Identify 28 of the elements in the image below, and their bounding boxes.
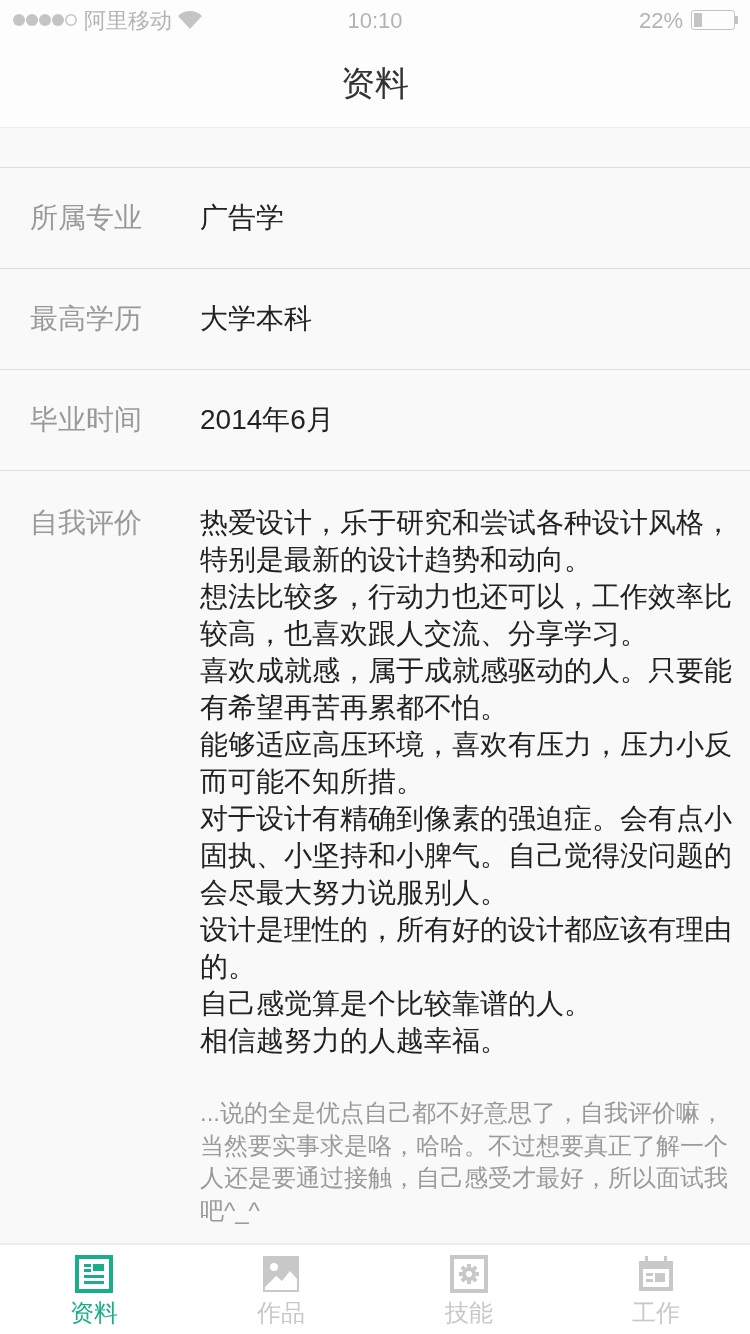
clock-time: 10:10: [346, 6, 404, 35]
field-value: 2014年6月: [200, 403, 334, 437]
evaluation-paragraph: 喜欢成就感，属于成就感驱动的人。只要能有希望再苦再累都不怕。: [200, 654, 733, 725]
evaluation-note: ...说的全是优点自己都不好意思了，自我评价嘛，当然要实事求是咯，哈哈。不过想要真正了解一个人还是要通过接触，自己感受才最好，所以面试我吧^_^: [200, 1098, 729, 1226]
field-label: 毕业时间: [29, 403, 143, 437]
evaluation-paragraph: 对于设计有精确到像素的强迫症。会有点小固执、小坚持和小脾气。自己觉得没问题的会尽最大努力说服别人。: [200, 802, 733, 910]
evaluation-paragraph: 能够适应高压环境，喜欢有压力，压力小反而可能不知所措。: [200, 728, 733, 799]
evaluation-paragraph: 热爱设计，乐于研究和尝试各种设计风格，特别是最新的设计趋势和动向。: [200, 506, 733, 577]
evaluation-paragraph: 自己感觉算是个比较靠谱的人。: [200, 987, 593, 1021]
battery-icon: [691, 10, 738, 30]
image-icon: [262, 1255, 301, 1293]
calendar-icon: [637, 1255, 676, 1293]
evaluation-paragraph: 设计是理性的，所有好的设计都应该有理由的。: [200, 913, 733, 984]
field-value: 广告学: [200, 201, 284, 235]
carrier-name: 阿里移动: [84, 6, 172, 35]
battery-percent: 22%: [638, 6, 683, 35]
page-title: 资料: [341, 63, 409, 104]
evaluation-paragraph: 相信越努力的人越幸福。: [200, 1024, 509, 1058]
field-value: 大学本科: [200, 302, 312, 336]
field-label: 所属专业: [29, 201, 143, 235]
wifi-icon: [178, 11, 202, 29]
tab-bar-item[interactable]: 资料: [0, 1245, 188, 1334]
field-label: 最高学历: [29, 302, 143, 336]
signal-icon: [12, 13, 78, 27]
field-label: 自我评价: [29, 506, 143, 540]
evaluation-paragraph: 想法比较多，行动力也还可以，工作效率比较高，也喜欢跟人交流、分享学习。: [200, 580, 733, 651]
document-icon: [74, 1255, 113, 1293]
settings-icon: [449, 1255, 488, 1293]
